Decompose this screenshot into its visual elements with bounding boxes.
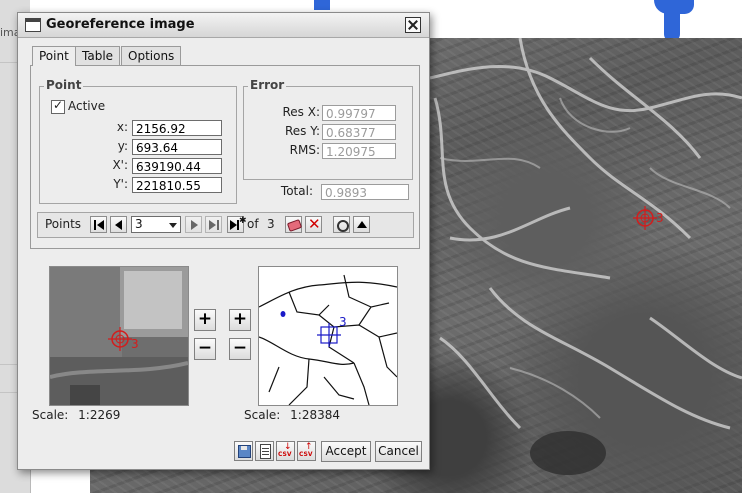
lake <box>530 431 606 475</box>
chevron-down-icon <box>169 223 177 228</box>
map-target-label: 3 <box>656 211 664 225</box>
image-point-label: 3 <box>131 337 139 351</box>
georeference-dialog: Georeference image Point Table Options P… <box>17 12 430 470</box>
link-views-button[interactable] <box>333 216 350 233</box>
floppy-icon <box>238 445 251 458</box>
point-group: Point Active x: 2156.92 y: 693.64 X': 63… <box>39 78 237 204</box>
image-zoom-out-button[interactable]: − <box>194 338 216 360</box>
accept-button[interactable]: Accept <box>321 441 371 462</box>
active-label: Active <box>68 99 106 113</box>
map-scale: Scale: 1:28384 <box>244 408 340 422</box>
image-scale: Scale: 1:2269 <box>32 408 120 422</box>
delete-x-icon: ✕ <box>308 215 321 233</box>
map-x-field[interactable]: 639190.44 <box>132 158 222 174</box>
map-scale-value: 1:28384 <box>290 408 341 422</box>
image-scale-label: Scale: <box>32 408 69 422</box>
res-x-label: Res X: <box>282 105 320 119</box>
csv-export-label: CSV <box>299 451 313 458</box>
point-selector-value: 3 <box>135 217 143 231</box>
add-point-button[interactable]: ✱ <box>227 216 247 233</box>
image-preview <box>50 267 188 405</box>
error-group: Error Res X: 0.99797 Res Y: 0.68377 RMS:… <box>243 78 413 180</box>
y-label: y: <box>117 139 128 153</box>
csv-import-label: CSV <box>278 451 292 458</box>
next-point-button[interactable] <box>185 216 202 233</box>
export-csv-button[interactable]: ↑ CSV <box>297 441 316 461</box>
rms-label: RMS: <box>289 143 320 157</box>
points-total: 3 <box>267 217 275 231</box>
points-label: Points <box>45 217 82 231</box>
tab-options[interactable]: Options <box>121 46 182 65</box>
dialog-titlebar[interactable]: Georeference image <box>18 13 429 38</box>
map-preview <box>259 267 397 405</box>
map-y-field[interactable]: 221810.55 <box>132 177 222 193</box>
first-point-button[interactable] <box>90 216 107 233</box>
import-csv-button[interactable]: ↓ CSV <box>276 441 295 461</box>
tab-point[interactable]: Point <box>32 46 76 66</box>
y-field[interactable]: 693.64 <box>132 139 222 155</box>
image-zoom-in-button[interactable]: + <box>194 309 216 331</box>
map-scale-label: Scale: <box>244 408 281 422</box>
close-button[interactable] <box>405 17 421 33</box>
cancel-button[interactable]: Cancel <box>375 441 422 462</box>
image-scale-value: 1:2269 <box>78 408 121 422</box>
eraser-icon <box>286 219 303 232</box>
collapse-button[interactable] <box>353 216 370 233</box>
error-group-title: Error <box>248 78 287 92</box>
link-icon <box>337 220 349 232</box>
tab-table[interactable]: Table <box>75 46 121 65</box>
report-button[interactable] <box>255 441 274 461</box>
asterisk-icon: ✱ <box>239 216 247 226</box>
map-point-label: 3 <box>339 315 347 329</box>
window-icon <box>25 18 41 32</box>
delete-point-button[interactable]: ✕ <box>305 215 322 233</box>
total-field: 0.9893 <box>321 184 409 200</box>
map-zoom-out-button[interactable]: − <box>229 338 251 360</box>
res-y-label: Res Y: <box>284 124 320 138</box>
save-button[interactable] <box>234 441 253 461</box>
point-group-title: Point <box>44 78 84 92</box>
document-icon <box>260 444 271 459</box>
res-x-field: 0.99797 <box>322 105 396 121</box>
previous-point-button[interactable] <box>110 216 127 233</box>
of-label: of <box>247 217 259 231</box>
dialog-title: Georeference image <box>46 17 195 32</box>
points-toolbar: Points 3 ✱ of 3 ✕ <box>37 212 414 238</box>
triangle-up-icon <box>357 221 367 228</box>
image-viewer[interactable]: 3 <box>49 266 189 406</box>
point-selector[interactable]: 3 <box>131 216 181 233</box>
x-label: x: <box>116 120 128 134</box>
clear-point-button[interactable] <box>285 216 303 233</box>
res-y-field: 0.68377 <box>322 124 396 140</box>
map-viewer[interactable]: 3 <box>258 266 398 406</box>
active-checkbox[interactable] <box>51 98 65 114</box>
background-water-shape <box>314 0 330 10</box>
map-target-marker[interactable] <box>633 206 657 230</box>
x-field[interactable]: 2156.92 <box>132 120 222 136</box>
total-label: Total: <box>280 184 313 198</box>
map-y-label: Y': <box>113 177 128 191</box>
map-x-label: X': <box>112 158 128 172</box>
map-zoom-in-button[interactable]: + <box>229 309 251 331</box>
rms-field: 1.20975 <box>322 143 396 159</box>
last-point-button[interactable] <box>205 216 222 233</box>
